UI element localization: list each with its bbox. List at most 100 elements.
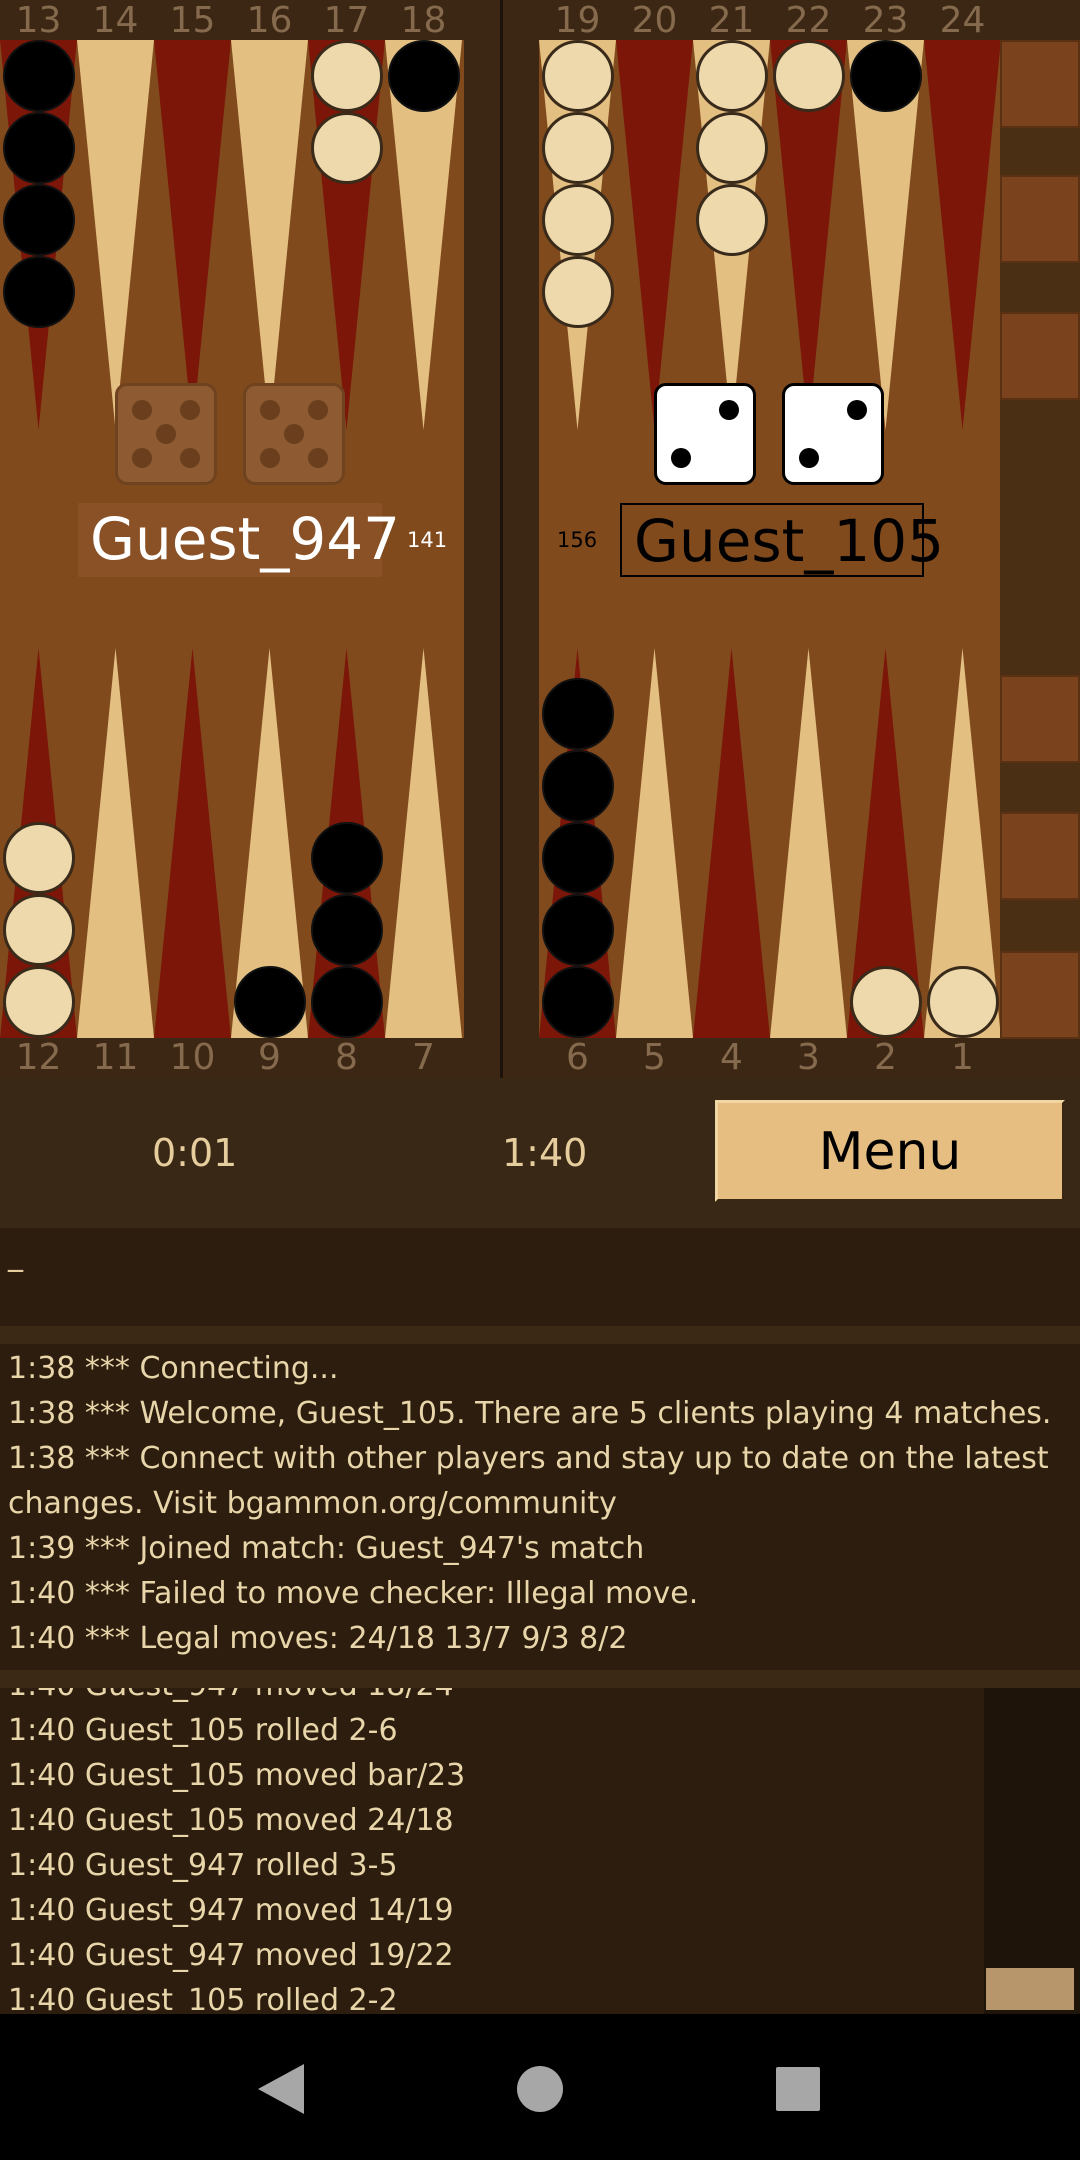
point-number-5: 5	[643, 1037, 666, 1078]
bottom-point-numbers: 12 11 10 9 8 7 6 5 4 3 2 1	[0, 1037, 1080, 1078]
board-point[interactable]	[154, 648, 231, 1038]
point-number-1: 1	[951, 1037, 974, 1078]
white-checker[interactable]	[541, 112, 614, 184]
home-icon[interactable]	[495, 2044, 585, 2134]
black-checker[interactable]	[541, 822, 614, 894]
black-checker[interactable]	[2, 40, 75, 112]
die-pip	[180, 448, 200, 468]
board-point[interactable]	[924, 40, 1000, 430]
die-pip	[156, 424, 176, 444]
die-left-2	[243, 383, 345, 485]
die-right-1[interactable]	[654, 383, 756, 485]
point-number-9: 9	[258, 1037, 281, 1078]
game-log-scrollbar[interactable]	[984, 1688, 1080, 2014]
game-log-line: 1:40 Guest_105 rolled 2-2	[8, 1983, 398, 2014]
black-checker[interactable]	[2, 184, 75, 256]
white-checker[interactable]	[310, 112, 383, 184]
white-checker[interactable]	[772, 40, 845, 112]
point-number-19: 19	[554, 0, 601, 41]
white-checker[interactable]	[541, 40, 614, 112]
divider	[0, 1670, 1080, 1688]
board-point[interactable]	[231, 40, 308, 430]
die-pip	[180, 400, 200, 420]
white-checker[interactable]	[2, 822, 75, 894]
black-checker[interactable]	[541, 894, 614, 966]
point-number-15: 15	[169, 0, 216, 41]
white-checker[interactable]	[695, 184, 768, 256]
white-checker[interactable]	[541, 184, 614, 256]
black-checker[interactable]	[310, 894, 383, 966]
board-point[interactable]	[616, 40, 693, 430]
white-checker[interactable]	[2, 966, 75, 1038]
point-number-13: 13	[15, 0, 62, 41]
board-point[interactable]	[616, 648, 693, 1038]
point-number-23: 23	[862, 0, 909, 41]
status-log-line: 1:38 *** Welcome, Guest_105. There are 5…	[8, 1396, 1052, 1431]
player-name-left: Guest_947	[78, 503, 400, 577]
game-log-line: 1:40 Guest_947 moved 14/19	[8, 1893, 454, 1928]
board-point[interactable]	[770, 648, 847, 1038]
black-checker[interactable]	[387, 40, 460, 112]
tray-slot	[1000, 675, 1080, 763]
white-checker[interactable]	[310, 40, 383, 112]
tray-slot	[1000, 312, 1080, 400]
status-log[interactable]: 1:38 *** Connecting... 1:38 *** Welcome, …	[0, 1344, 1080, 1672]
board-point[interactable]	[77, 40, 154, 430]
point-number-4: 4	[720, 1037, 743, 1078]
point-number-7: 7	[412, 1037, 435, 1078]
backgammon-board: 13 14 15 16 17 18 19 20 21 22 23 24 12 11 10 9 8 7 6 5 4 3 2 1…	[0, 0, 1080, 1078]
black-checker[interactable]	[233, 966, 306, 1038]
chat-input[interactable]: _	[0, 1228, 1080, 1326]
point-number-2: 2	[874, 1037, 897, 1078]
white-checker[interactable]	[695, 112, 768, 184]
game-log-line: 1:40 Guest_105 moved bar/23	[8, 1758, 466, 1793]
die-pip	[308, 448, 328, 468]
point-number-21: 21	[708, 0, 755, 41]
pip-count-right: 156	[557, 528, 598, 552]
system-navigation-bar	[0, 2014, 1080, 2160]
black-checker[interactable]	[849, 40, 922, 112]
die-pip	[799, 448, 819, 468]
die-pip	[284, 424, 304, 444]
board-point[interactable]	[154, 40, 231, 430]
point-number-16: 16	[246, 0, 293, 41]
white-checker[interactable]	[541, 256, 614, 328]
top-point-numbers: 13 14 15 16 17 18 19 20 21 22 23 24	[0, 0, 1080, 42]
black-checker[interactable]	[2, 256, 75, 328]
die-pip	[260, 400, 280, 420]
chat-input-text: _	[8, 1238, 23, 1273]
black-checker[interactable]	[2, 112, 75, 184]
control-bar: 0:01 1:40 Menu	[0, 1078, 1080, 1228]
die-right-2[interactable]	[782, 383, 884, 485]
die-pip	[847, 400, 867, 420]
tray-slot	[1000, 175, 1080, 263]
game-log[interactable]: 1:40 Guest_947 moved 18/24 1:40 Guest_105…	[0, 1688, 984, 2014]
bear-off-tray[interactable]	[1000, 40, 1080, 1039]
board-point[interactable]	[385, 648, 462, 1038]
white-checker[interactable]	[849, 966, 922, 1038]
die-pip	[719, 400, 739, 420]
scrollbar-thumb[interactable]	[986, 1968, 1074, 2010]
recents-icon[interactable]	[753, 2044, 843, 2134]
die-left-1	[115, 383, 217, 485]
black-checker[interactable]	[310, 966, 383, 1038]
black-checker[interactable]	[310, 822, 383, 894]
point-number-12: 12	[15, 1037, 62, 1078]
black-checker[interactable]	[541, 750, 614, 822]
white-checker[interactable]	[926, 966, 999, 1038]
point-number-3: 3	[797, 1037, 820, 1078]
status-log-line: 1:40 *** Legal moves: 24/18 13/7 9/3 8/2	[8, 1621, 628, 1656]
point-number-10: 10	[169, 1037, 216, 1078]
board-point[interactable]	[693, 648, 770, 1038]
point-number-17: 17	[323, 0, 370, 41]
black-checker[interactable]	[541, 966, 614, 1038]
white-checker[interactable]	[2, 894, 75, 966]
tray-slot	[1000, 40, 1080, 128]
back-icon[interactable]	[236, 2044, 326, 2134]
menu-button[interactable]: Menu	[715, 1100, 1065, 1202]
black-checker[interactable]	[541, 678, 614, 750]
white-checker[interactable]	[695, 40, 768, 112]
point-number-8: 8	[335, 1037, 358, 1078]
board-point[interactable]	[77, 648, 154, 1038]
point-number-20: 20	[631, 0, 678, 41]
